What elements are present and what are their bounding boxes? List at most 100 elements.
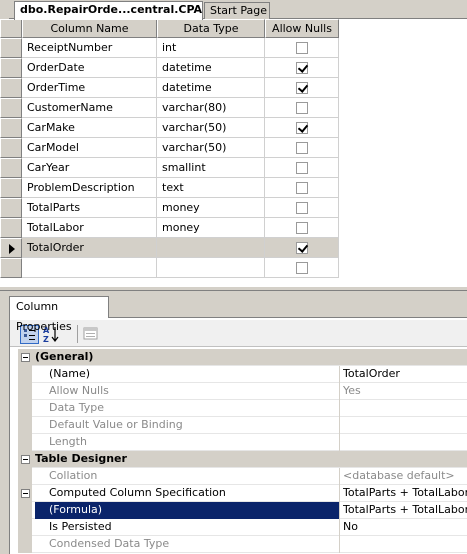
property-pages-icon[interactable] [82,325,101,344]
table-row[interactable]: CustomerName varchar(80) [0,98,339,118]
column-name-header[interactable]: Column Name [22,19,157,38]
property-row[interactable]: Length [18,434,467,451]
allow-nulls-cell [265,178,339,198]
data-type-cell[interactable]: int [157,38,265,58]
column-name-cell[interactable]: TotalLabor [22,218,157,238]
tab-start-page[interactable]: Start Page [204,2,270,19]
property-row[interactable]: Data Type [18,400,467,417]
data-type-cell[interactable]: datetime [157,78,265,98]
allow-nulls-checkbox[interactable] [296,222,308,234]
column-name-cell[interactable]: ReceiptNumber [22,38,157,58]
column-name-cell[interactable]: CarYear [22,158,157,178]
table-row[interactable]: CarModel varchar(50) [0,138,339,158]
allow-nulls-checkbox[interactable] [296,262,308,274]
grid-corner[interactable] [0,19,22,38]
allow-nulls-checkbox[interactable] [296,142,308,154]
row-selector[interactable] [0,158,22,178]
data-type-cell[interactable]: varchar(50) [157,138,265,158]
row-selector[interactable] [0,58,22,78]
table-row[interactable]: CarYear smallint [0,158,339,178]
property-row[interactable]: (Name) TotalOrder [18,366,467,383]
data-type-cell[interactable]: money [157,198,265,218]
column-name-cell[interactable]: CarModel [22,138,157,158]
column-properties-tab[interactable]: Column Properties [9,296,109,333]
allow-nulls-checkbox[interactable] [296,102,308,114]
table-row[interactable]: OrderDate datetime [0,58,339,78]
row-selector[interactable] [0,198,22,218]
column-name-cell[interactable]: CustomerName [22,98,157,118]
allow-nulls-cell [265,218,339,238]
row-selector[interactable] [0,258,22,278]
collapse-icon[interactable] [21,455,30,464]
property-row[interactable]: Condensed Data Type [18,536,467,553]
column-name-cell[interactable] [22,258,157,278]
row-selector[interactable] [0,98,22,118]
data-type-cell[interactable] [157,258,265,278]
data-type-cell[interactable]: money [157,218,265,238]
tab-repair-order-table[interactable]: dbo.RepairOrde...central.CPAR3) [14,1,203,20]
allow-nulls-checkbox[interactable] [296,42,308,54]
data-type-cell[interactable] [157,238,265,258]
allow-nulls-checkbox[interactable] [296,242,308,254]
column-name-cell[interactable]: OrderTime [22,78,157,98]
data-type-cell[interactable]: datetime [157,58,265,78]
property-category[interactable]: (General) [18,349,467,366]
property-gutter [18,417,32,434]
panel-splitter[interactable] [0,286,467,291]
data-type-cell[interactable]: text [157,178,265,198]
property-row[interactable]: Default Value or Binding [18,417,467,434]
column-name-cell[interactable]: OrderDate [22,58,157,78]
property-row[interactable]: Allow Nulls Yes [18,383,467,400]
data-type-cell[interactable]: varchar(50) [157,118,265,138]
property-value[interactable]: TotalParts + TotalLabor [343,502,467,519]
row-selector[interactable] [0,118,22,138]
table-row[interactable]: ProblemDescription text [0,178,339,198]
property-category[interactable]: Table Designer [18,451,467,468]
table-row[interactable]: TotalParts money [0,198,339,218]
property-row[interactable]: (Formula) TotalParts + TotalLabor [18,502,467,519]
property-value[interactable]: TotalParts + TotalLabor [343,485,467,502]
column-name-cell[interactable]: TotalOrder [22,238,157,258]
row-selector[interactable] [0,238,22,258]
property-row[interactable]: Collation <database default> [18,468,467,485]
row-selector[interactable] [0,38,22,58]
table-row[interactable] [0,258,339,278]
allow-nulls-checkbox[interactable] [296,82,308,94]
property-value[interactable]: TotalOrder [343,366,467,383]
allow-nulls-header[interactable]: Allow Nulls [265,19,339,38]
property-value[interactable] [343,417,467,434]
allow-nulls-checkbox[interactable] [296,162,308,174]
table-row[interactable]: OrderTime datetime [0,78,339,98]
property-value[interactable]: <database default> [343,468,467,485]
allow-nulls-checkbox[interactable] [296,62,308,74]
property-value[interactable]: No [343,519,467,536]
table-row[interactable]: TotalOrder [0,238,339,258]
property-name: Table Designer [35,452,127,465]
table-row[interactable]: ReceiptNumber int [0,38,339,58]
property-value[interactable] [343,400,467,417]
column-name-cell[interactable]: ProblemDescription [22,178,157,198]
property-row[interactable]: Computed Column Specification TotalParts … [18,485,467,502]
grid-header-row: Column Name Data Type Allow Nulls [0,19,339,39]
row-selector[interactable] [0,178,22,198]
row-selector[interactable] [0,78,22,98]
table-row[interactable]: TotalLabor money [0,218,339,238]
table-row[interactable]: CarMake varchar(50) [0,118,339,138]
row-selector[interactable] [0,138,22,158]
column-name-cell[interactable]: CarMake [22,118,157,138]
property-row[interactable]: Is Persisted No [18,519,467,536]
collapse-icon[interactable] [21,489,30,498]
property-value[interactable] [343,536,467,553]
allow-nulls-checkbox[interactable] [296,122,308,134]
property-value[interactable]: Yes [343,383,467,400]
allow-nulls-checkbox[interactable] [296,202,308,214]
property-value[interactable] [343,434,467,451]
data-type-header[interactable]: Data Type [157,19,265,38]
property-name: (Name) [35,366,340,383]
collapse-icon[interactable] [21,353,30,362]
data-type-cell[interactable]: smallint [157,158,265,178]
allow-nulls-checkbox[interactable] [296,182,308,194]
row-selector[interactable] [0,218,22,238]
column-name-cell[interactable]: TotalParts [22,198,157,218]
data-type-cell[interactable]: varchar(80) [157,98,265,118]
